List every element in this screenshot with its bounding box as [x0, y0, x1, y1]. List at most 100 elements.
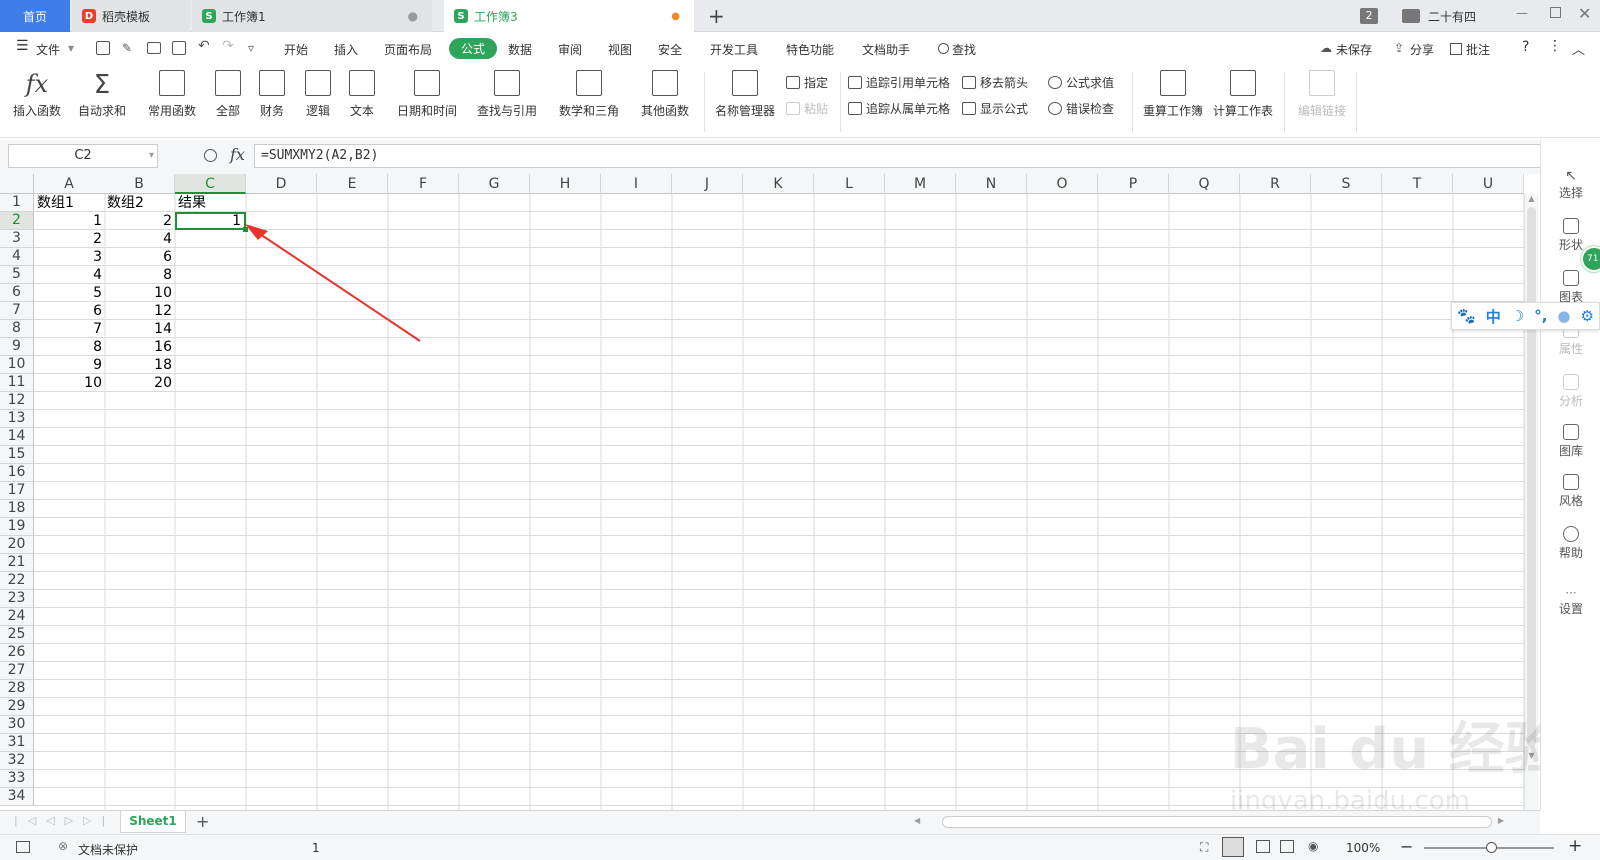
menu-view[interactable]: 视图 [608, 41, 632, 58]
sheet-tab-sheet1[interactable]: Sheet1 [120, 811, 186, 833]
format-painter-icon[interactable]: ✎ [122, 41, 132, 55]
more-icon[interactable]: ⋮ [1548, 38, 1562, 54]
print-icon[interactable] [147, 42, 161, 54]
other-functions-button[interactable]: 其他函数 [634, 70, 696, 119]
spreadsheet-grid[interactable]: ABCDEFGHIJKLMNOPQRSTU 1 2 3 4 5 6 7 8 9 10 11 12 13 1… [0, 174, 1540, 810]
tab-docer[interactable]: D 稻壳模板 [72, 0, 190, 32]
tab-home[interactable]: 首页 [0, 0, 70, 32]
menu-start[interactable]: 开始 [284, 41, 308, 58]
menu-special[interactable]: 特色功能 [786, 41, 834, 58]
undo-icon[interactable]: ↶ [198, 38, 210, 54]
common-functions-button[interactable]: 常用函数 [142, 70, 202, 119]
share-icon[interactable]: ⇪ [1394, 41, 1404, 55]
lookup-button[interactable]: 查找与引用 [470, 70, 544, 119]
calculate-sheet-button[interactable]: 计算工作表 [1210, 70, 1276, 119]
redo-icon[interactable]: ↷ [222, 38, 234, 54]
print-preview-icon[interactable] [172, 41, 186, 55]
error-checking-button[interactable]: 错误检查 [1048, 100, 1114, 117]
menu-review[interactable]: 审阅 [558, 41, 582, 58]
eye-protection-icon[interactable]: ◉ [1308, 839, 1318, 853]
normal-view-icon[interactable] [1222, 837, 1244, 857]
comment-icon[interactable] [1450, 43, 1462, 55]
chevron-down-icon[interactable]: ▾ [149, 145, 154, 167]
user-icon[interactable]: ● [1557, 307, 1570, 325]
new-tab-icon[interactable]: + [708, 4, 725, 28]
moon-icon[interactable]: ☽ [1511, 307, 1524, 325]
h-scroll-thumb[interactable] [942, 816, 1492, 828]
zoom-search-icon[interactable] [204, 149, 217, 162]
zoom-level[interactable]: 100% [1346, 841, 1380, 855]
menu-security[interactable]: 安全 [658, 41, 682, 58]
tab-workbook1[interactable]: S 工作簿1 ● [192, 0, 432, 32]
punctuation-icon[interactable]: °, [1534, 307, 1547, 325]
unsaved-status[interactable]: 未保存 [1336, 41, 1372, 58]
edit-links-button[interactable]: 编辑链接 [1292, 70, 1352, 119]
paw-icon[interactable]: 🐾 [1457, 307, 1476, 325]
insert-function-button[interactable]: fx 插入函数 [12, 70, 62, 119]
fullscreen-icon[interactable]: ⛶ [1200, 840, 1208, 855]
menu-doc-assistant[interactable]: 文档助手 [862, 41, 910, 58]
page-layout-view-icon[interactable] [1280, 840, 1294, 853]
sidebar-item-analysis[interactable]: 分析 [1541, 374, 1600, 409]
assistant-bubble[interactable]: 71 [1581, 246, 1600, 272]
comment-button[interactable]: 批注 [1466, 41, 1490, 58]
sidebar-item-select[interactable]: ↖ 选择 [1541, 168, 1600, 201]
minimize-icon[interactable]: — [1516, 6, 1528, 20]
restore-icon[interactable] [1550, 7, 1561, 18]
show-formulas-button[interactable]: 显示公式 [962, 100, 1028, 117]
recalculate-workbook-button[interactable]: 重算工作簿 [1140, 70, 1206, 119]
evaluate-formula-button[interactable]: 公式求值 [1048, 74, 1114, 91]
collapse-ribbon-icon[interactable]: ︿ [1572, 39, 1585, 58]
share-button[interactable]: 分享 [1410, 41, 1434, 58]
help-icon[interactable]: ? [1522, 39, 1529, 55]
formula-input[interactable]: =SUMXMY2(A2,B2) [254, 144, 1556, 168]
protection-status[interactable]: 文档未保护 [78, 841, 138, 858]
customize-icon[interactable]: ▿ [248, 41, 254, 55]
scroll-right-icon[interactable]: ▶ [1498, 816, 1504, 825]
horizontal-scrollbar[interactable]: ◀ ▶ [910, 816, 1510, 829]
menu-developer[interactable]: 开发工具 [710, 41, 758, 58]
tab-close-dot-icon[interactable]: ● [408, 9, 418, 23]
logic-button[interactable]: 逻辑 [298, 70, 338, 119]
hamburger-icon[interactable]: ☰ [16, 38, 29, 54]
user-name[interactable]: 二十有四 [1428, 8, 1476, 25]
window-count-badge[interactable]: 2 [1360, 8, 1378, 24]
scroll-left-icon[interactable]: ◀ [914, 816, 920, 825]
sidebar-item-chart[interactable]: 图表 [1541, 270, 1600, 305]
define-name-button[interactable]: 指定 [786, 74, 828, 91]
datetime-button[interactable]: 日期和时间 [392, 70, 462, 119]
menu-insert[interactable]: 插入 [334, 41, 358, 58]
trace-dependents-button[interactable]: 追踪从属单元格 [848, 100, 950, 117]
ime-toolbar[interactable]: 🐾 中 ☽ °, ● ⚙ [1451, 302, 1600, 330]
math-button[interactable]: 数学和三角 [552, 70, 626, 119]
menu-search[interactable]: 查找 [952, 41, 976, 58]
cloud-icon[interactable]: ☁ [1320, 41, 1332, 55]
menu-page-layout[interactable]: 页面布局 [384, 41, 432, 58]
autosum-button[interactable]: Σ 自动求和 [72, 70, 132, 119]
all-functions-button[interactable]: 全部 [208, 70, 248, 119]
zoom-in-icon[interactable]: + [1568, 836, 1582, 856]
menu-formula[interactable]: 公式 [449, 38, 498, 59]
menu-data[interactable]: 数据 [508, 41, 532, 58]
menu-file[interactable]: 文件 [36, 41, 60, 58]
sheet-nav-icons[interactable]: |◁◁▷▷| [14, 814, 115, 827]
add-sheet-icon[interactable]: + [196, 812, 209, 831]
name-box[interactable]: C2 ▾ [8, 144, 158, 168]
chevron-down-icon[interactable]: ▾ [68, 41, 74, 55]
fx-icon[interactable]: fx [230, 145, 245, 164]
macro-icon[interactable] [16, 841, 30, 853]
sidebar-item-style[interactable]: 风格 [1541, 474, 1600, 509]
name-manager-button[interactable]: 名称管理器 [712, 70, 778, 119]
sidebar-item-help[interactable]: 帮助 [1541, 526, 1600, 561]
save-icon[interactable] [96, 41, 110, 55]
avatar[interactable] [1402, 9, 1420, 23]
search-icon[interactable] [938, 43, 949, 54]
sidebar-item-settings[interactable]: ··· 设置 [1541, 586, 1600, 617]
remove-arrows-button[interactable]: 移去箭头 [962, 74, 1028, 91]
gear-icon[interactable]: ⚙ [1581, 307, 1594, 325]
text-button[interactable]: 文本 [342, 70, 382, 119]
close-icon[interactable]: ✕ [1578, 4, 1591, 23]
tab-workbook3[interactable]: S 工作簿3 ● [444, 0, 694, 32]
sidebar-item-gallery[interactable]: 图库 [1541, 424, 1600, 459]
zoom-slider[interactable] [1424, 842, 1554, 853]
